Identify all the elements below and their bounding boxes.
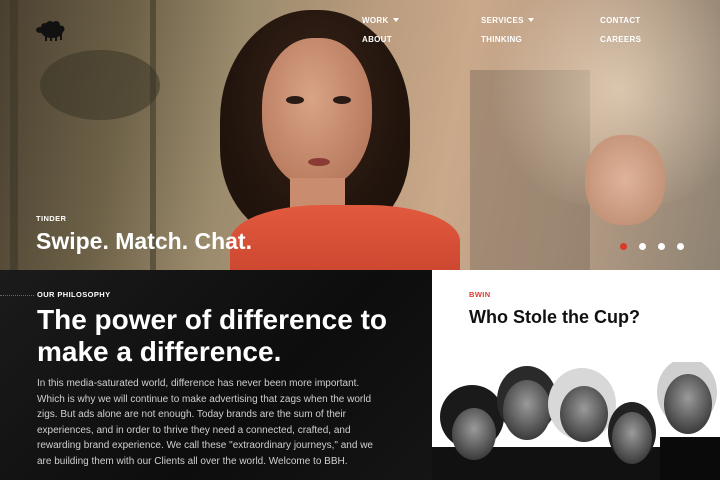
nav-contact[interactable]: CONTACT <box>600 16 641 25</box>
philosophy-panel: OUR PHILOSOPHY The power of difference t… <box>0 270 432 480</box>
nav-services[interactable]: SERVICES <box>481 16 534 25</box>
section-divider <box>0 295 34 296</box>
nav-work-label: WORK <box>362 16 389 25</box>
nav-about[interactable]: ABOUT <box>362 35 392 44</box>
background-foliage <box>40 50 160 120</box>
carousel-indicators <box>620 243 684 250</box>
feature-title[interactable]: Who Stole the Cup? <box>469 307 640 328</box>
carousel-dot-1[interactable] <box>620 243 627 250</box>
hero-person-mouth <box>308 158 330 166</box>
hero-client-label: TINDER <box>36 214 67 223</box>
feature-image <box>432 362 720 480</box>
hero-person-shirt <box>230 205 460 270</box>
hero-person-eye <box>333 96 351 104</box>
carousel-dot-3[interactable] <box>658 243 665 250</box>
background-tree <box>10 0 18 270</box>
page: WORK SERVICES CONTACT ABOUT THINKING CAR… <box>0 0 720 480</box>
philosophy-heading: The power of difference to make a differ… <box>37 304 388 367</box>
section-label: OUR PHILOSOPHY <box>37 290 111 299</box>
hero-person-eye <box>286 96 304 104</box>
nav-work[interactable]: WORK <box>362 16 399 25</box>
featured-work-card[interactable]: BWIN Who Stole the Cup? <box>432 270 720 480</box>
carousel-dot-4[interactable] <box>677 243 684 250</box>
hero-title[interactable]: Swipe. Match. Chat. <box>36 228 252 255</box>
black-sheep-icon[interactable] <box>35 20 65 42</box>
nav-careers[interactable]: CAREERS <box>600 35 641 44</box>
hero-person-hand <box>585 135 665 225</box>
nav-thinking[interactable]: THINKING <box>481 35 522 44</box>
chevron-down-icon <box>392 18 399 22</box>
feature-client-label: BWIN <box>469 290 491 299</box>
hero-banner[interactable]: WORK SERVICES CONTACT ABOUT THINKING CAR… <box>0 0 720 270</box>
nav-services-label: SERVICES <box>481 16 524 25</box>
philosophy-body: In this media-saturated world, differenc… <box>37 378 373 467</box>
chevron-down-icon <box>527 18 534 22</box>
carousel-dot-2[interactable] <box>639 243 646 250</box>
